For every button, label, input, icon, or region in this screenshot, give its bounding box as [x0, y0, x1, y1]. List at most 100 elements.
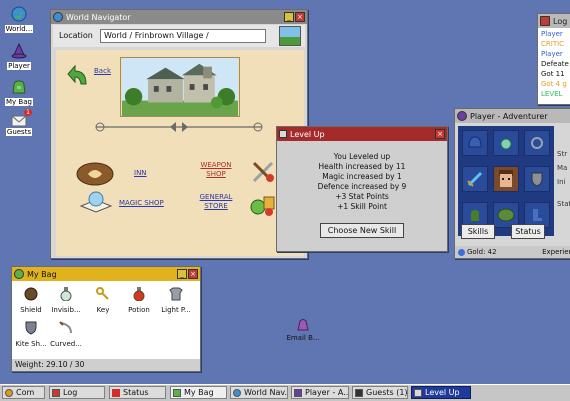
coin-icon — [458, 248, 465, 256]
taskbar-item-player[interactable]: Player - A... — [291, 386, 349, 399]
window-title: Log — [553, 16, 568, 26]
taskbar-item-my-bag[interactable]: My Bag — [170, 386, 227, 399]
bag-item-curved-sword[interactable]: Curved... — [49, 321, 83, 348]
map-thumbnail-icon[interactable] — [279, 26, 301, 46]
bag-icon — [14, 269, 24, 279]
taskbar-item-world-navigator[interactable]: World Nav... — [230, 386, 288, 399]
desktop-item-email[interactable]: Email B... — [286, 318, 320, 342]
log-line: Got 4 g — [541, 80, 567, 88]
side-stat: Stat — [557, 200, 570, 208]
bag-item-potion[interactable]: Potion — [122, 287, 156, 314]
world-navigator-titlebar[interactable]: World Navigator _ × — [51, 10, 307, 24]
back-button[interactable]: Back — [66, 64, 116, 86]
bag-weight-text: Weight: 29.10 / 30 — [15, 360, 85, 369]
spellbook-icon[interactable] — [79, 190, 113, 216]
level-up-titlebar[interactable]: Level Up × — [277, 127, 447, 141]
player-window: Player - Adventurer Str Ma Ini Stat Skil… — [454, 108, 570, 259]
status-button-label: Status — [515, 227, 541, 236]
location-field[interactable]: World / Frinbrown Village / — [100, 29, 266, 43]
bag-item-shield[interactable]: Shield — [14, 287, 48, 314]
envelope-icon — [355, 388, 363, 397]
taskbar-label: Log — [63, 388, 78, 397]
my-bag-window: My Bag _ × Shield Invisib... Key Potion … — [11, 266, 201, 372]
side-stat: Str — [557, 150, 568, 158]
wizard-hat-icon — [11, 42, 27, 59]
bag-item-kite-shield[interactable]: Kite Sh... — [14, 321, 48, 348]
equip-slot-weapon[interactable] — [462, 166, 488, 192]
minimize-button[interactable]: _ — [284, 12, 294, 22]
desktop-item-label: Email B... — [286, 334, 320, 342]
ornamental-divider — [95, 122, 263, 132]
bag-icon — [12, 80, 26, 94]
log-titlebar[interactable]: Log — [538, 14, 570, 28]
gold-amount: Gold: 42 — [467, 248, 497, 256]
armor-icon — [169, 287, 183, 301]
choose-new-skill-label: Choose New Skill — [327, 226, 397, 235]
inn-sign-icon[interactable] — [76, 162, 114, 186]
choose-new-skill-button[interactable]: Choose New Skill — [320, 223, 404, 238]
taskbar-item-guests[interactable]: Guests (1) — [352, 386, 408, 399]
desktop-icon-label: Guests — [5, 128, 33, 136]
taskbar-label: World Nav... — [244, 388, 288, 397]
location-value: World / Frinbrown Village / — [104, 31, 209, 40]
bag-item-invisibility[interactable]: Invisib... — [49, 287, 83, 314]
log-window: Log Player CRITIC Player Defeate Got 11 … — [537, 13, 570, 105]
my-bag-titlebar[interactable]: My Bag _ × — [12, 267, 200, 281]
magic-shop-link[interactable]: MAGIC SHOP — [119, 199, 164, 208]
location-content: Back INN MAGIC SHOP WEAPON SHOP GENERAL … — [56, 50, 304, 256]
desktop-icon-label: World... — [4, 25, 34, 33]
window-title: My Bag — [27, 269, 57, 279]
taskbar-item-log[interactable]: Log — [49, 386, 105, 399]
log-line: LEVEL — [541, 90, 563, 98]
inn-link[interactable]: INN — [134, 169, 147, 178]
level-up-icon — [279, 130, 287, 138]
close-button[interactable]: × — [435, 129, 445, 139]
equip-slot-shield[interactable] — [524, 166, 550, 192]
player-titlebar[interactable]: Player - Adventurer — [455, 109, 570, 123]
desktop-icon-guests[interactable]: 1 Guests — [2, 109, 36, 136]
close-button[interactable]: × — [295, 12, 305, 22]
bag-item-label: Invisib... — [51, 306, 81, 314]
general-goods-icon[interactable] — [249, 193, 277, 217]
shield-icon — [531, 172, 543, 187]
sword-icon — [467, 171, 483, 187]
bag-item-light-plate[interactable]: Light P... — [159, 287, 193, 314]
taskbar-item-level-up[interactable]: Level Up — [411, 386, 471, 399]
health-cross-icon — [112, 388, 120, 397]
face-icon — [499, 170, 513, 187]
desktop-icon-player[interactable]: Player — [2, 42, 36, 70]
minimize-button[interactable]: _ — [177, 269, 187, 279]
side-stat: Ma — [557, 164, 568, 172]
bag-item-key[interactable]: Key — [86, 287, 120, 314]
bag-item-label: Kite Sh... — [15, 340, 47, 348]
desktop-icon-bag[interactable]: My Bag — [2, 79, 36, 106]
player-footer: Gold: 42 Experien — [455, 246, 570, 258]
level-up-line: +3 Stat Points — [335, 192, 389, 201]
taskbar-label: My Bag — [184, 388, 214, 397]
log-icon — [52, 388, 60, 397]
skills-button[interactable]: Skills — [461, 224, 495, 239]
key-icon — [96, 287, 109, 300]
equip-slot-ring[interactable] — [524, 130, 550, 156]
experience-label: Experien — [542, 248, 570, 256]
taskbar-item-com[interactable]: Com — [2, 386, 45, 399]
crossed-weapons-icon[interactable] — [251, 160, 277, 184]
level-up-line: Health increased by 11 — [318, 162, 406, 171]
general-store-link[interactable]: GENERAL STORE — [194, 193, 238, 211]
weapon-shop-link[interactable]: WEAPON SHOP — [194, 161, 238, 179]
bag-item-label: Light P... — [161, 306, 191, 314]
window-title: Player - Adventurer — [470, 111, 548, 121]
taskbar-item-status[interactable]: Status — [109, 386, 166, 399]
equipment-grid — [458, 126, 554, 236]
equip-slot-helmet[interactable] — [462, 130, 488, 156]
level-up-line: You Leveled up — [333, 152, 391, 161]
globe-icon — [11, 6, 27, 22]
log-icon — [540, 16, 550, 26]
red-potion-icon — [133, 287, 145, 302]
equip-slot-amulet[interactable] — [493, 130, 519, 156]
log-line: Got 11 — [541, 70, 565, 78]
desktop-icon-world[interactable]: World... — [2, 6, 36, 33]
status-button[interactable]: Status — [511, 224, 545, 239]
gloves-icon — [471, 210, 479, 221]
close-button[interactable]: × — [188, 269, 198, 279]
